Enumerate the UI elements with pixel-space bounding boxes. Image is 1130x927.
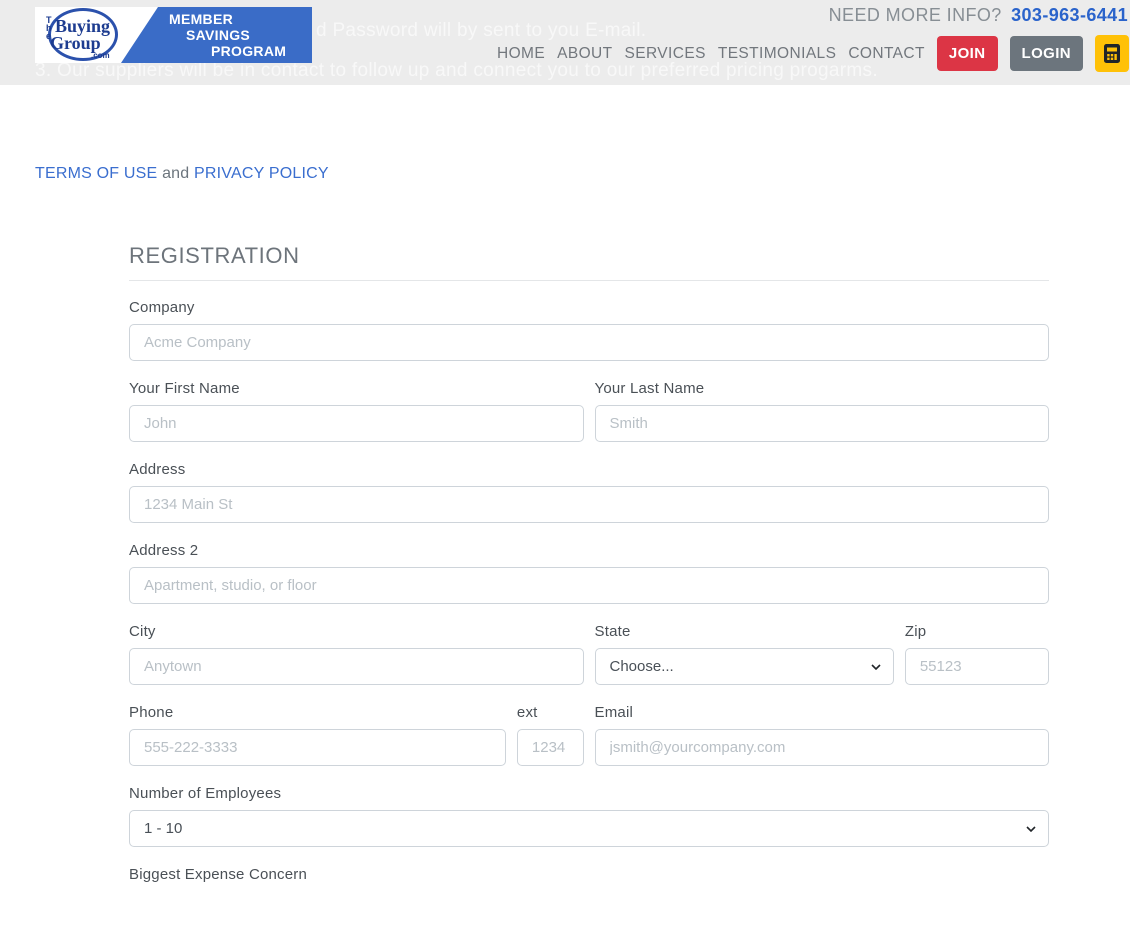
employees-group: Number of Employees 1 - 10 <box>129 785 1049 847</box>
phone-number-link[interactable]: 303-963-6441 <box>1011 5 1128 25</box>
banner-line-program: PROGRAM <box>211 43 287 59</box>
first-name-label: Your First Name <box>129 380 240 397</box>
last-name-group: Your Last Name <box>594 380 1049 442</box>
ext-input[interactable] <box>516 729 584 766</box>
page: d Password will by sent to you E-mail. 3… <box>0 0 1130 927</box>
calculator-icon <box>1104 44 1120 63</box>
ext-label: ext <box>516 704 538 721</box>
email-label: Email <box>594 704 634 721</box>
zip-input[interactable] <box>904 648 1049 685</box>
address2-label: Address 2 <box>129 542 199 559</box>
banner-line-member: MEMBER <box>169 11 234 27</box>
privacy-policy-link[interactable]: PRIVACY POLICY <box>194 165 329 182</box>
email-input[interactable] <box>594 729 1049 766</box>
company-label: Company <box>129 299 195 316</box>
form-grid: Company Your First Name Your Last Name A… <box>129 299 1049 910</box>
calculator-button[interactable] <box>1095 35 1129 72</box>
need-more-info-label: NEED MORE INFO? <box>828 5 1002 25</box>
first-name-group: Your First Name <box>129 380 584 442</box>
phone-label: Phone <box>129 704 174 721</box>
nav-item-services[interactable]: SERVICES <box>625 45 706 63</box>
first-name-input[interactable] <box>129 405 584 442</box>
address-input[interactable] <box>129 486 1049 523</box>
registration-form: REGISTRATION Company Your First Name You… <box>129 243 1049 910</box>
address-group: Address <box>129 461 1049 523</box>
city-input[interactable] <box>129 648 584 685</box>
state-label: State <box>594 623 631 640</box>
address2-input[interactable] <box>129 567 1049 604</box>
chevron-down-icon <box>871 663 881 670</box>
last-name-label: Your Last Name <box>594 380 705 397</box>
legal-conjunction: and <box>162 165 190 182</box>
title-divider <box>129 280 1049 281</box>
state-group: State Choose... <box>594 623 894 685</box>
expense-group: Biggest Expense Concern <box>129 866 1049 891</box>
last-name-input[interactable] <box>594 405 1049 442</box>
ext-group: ext <box>516 704 584 766</box>
zip-label: Zip <box>904 623 927 640</box>
employees-select[interactable]: 1 - 10 <box>129 810 1049 847</box>
login-button[interactable]: LOGIN <box>1009 36 1083 71</box>
expense-label: Biggest Expense Concern <box>129 866 308 883</box>
logo-banner: MEMBER SAVINGS PROGRAM <box>121 7 312 63</box>
site-logo[interactable]: The Buying Group .com MEMBER SAVINGS PRO… <box>35 7 312 63</box>
logo-com-text: .com <box>91 51 110 60</box>
site-header: d Password will by sent to you E-mail. 3… <box>0 0 1130 85</box>
logo-mark: The Buying Group .com <box>35 7 122 63</box>
state-select[interactable]: Choose... <box>594 648 894 685</box>
address2-group: Address 2 <box>129 542 1049 604</box>
join-button[interactable]: JOIN <box>936 36 998 71</box>
nav-item-home[interactable]: HOME <box>497 45 545 63</box>
banner-line-savings: SAVINGS <box>186 27 251 43</box>
city-group: City <box>129 623 584 685</box>
phone-group: Phone <box>129 704 506 766</box>
phone-input[interactable] <box>129 729 506 766</box>
nav-item-about[interactable]: ABOUT <box>557 45 612 63</box>
state-select-value: Choose... <box>609 658 674 675</box>
terms-of-use-link[interactable]: TERMS OF USE <box>35 165 157 182</box>
zip-group: Zip <box>904 623 1049 685</box>
nav-item-contact[interactable]: CONTACT <box>848 45 925 63</box>
address-label: Address <box>129 461 186 478</box>
city-label: City <box>129 623 156 640</box>
email-group: Email <box>594 704 1049 766</box>
legal-links-row: TERMS OF USE and PRIVACY POLICY <box>0 85 1130 183</box>
main-nav: HOME ABOUT SERVICES TESTIMONIALS CONTACT… <box>497 35 1129 72</box>
company-input[interactable] <box>129 324 1049 361</box>
need-more-info-line: NEED MORE INFO? 303-963-6441 <box>829 5 1128 26</box>
company-group: Company <box>129 299 1049 361</box>
employees-select-value: 1 - 10 <box>144 820 183 837</box>
employees-label: Number of Employees <box>129 785 282 802</box>
chevron-down-icon <box>1026 825 1036 832</box>
nav-item-testimonials[interactable]: TESTIMONIALS <box>718 45 836 63</box>
registration-title: REGISTRATION <box>129 243 300 268</box>
